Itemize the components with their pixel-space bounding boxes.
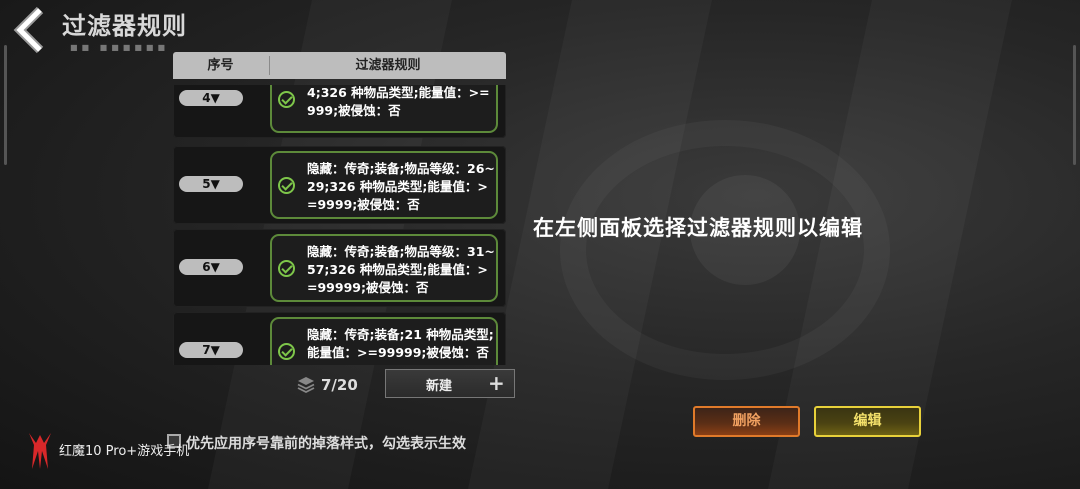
priority-option-label: 优先应用序号靠前的掉落样式，勾选表示生效	[186, 436, 466, 452]
order-dropdown[interactable]: 6▼	[179, 259, 243, 275]
order-dropdown[interactable]: 7▼	[179, 342, 243, 358]
rule-card[interactable]: 隐藏：传奇;装备;物品等级：31~57;326 种物品类型;能量值：>=9999…	[270, 234, 498, 302]
new-rule-button[interactable]: 新建 +	[385, 369, 515, 398]
check-circle-icon[interactable]	[278, 91, 295, 108]
triangle-down-icon: ▼	[210, 91, 220, 105]
title-decoration: ■■ ■■■■■■	[70, 43, 170, 52]
order-dropdown[interactable]: 5▼	[179, 176, 243, 192]
red-magic-logo-icon	[29, 433, 51, 469]
table-row: 6▼ 隐藏：传奇;装备;物品等级：31~57;326 种物品类型;能量值：>=9…	[173, 229, 506, 307]
table-row: 5▼ 隐藏：传奇;装备;物品等级：26~29;326 种物品类型;能量值：>=9…	[173, 146, 506, 224]
table-row: 4▼ 隐藏：传奇;装备;物品等级：1~24;326 种物品类型;能量值：>=99…	[173, 85, 506, 138]
table-row: 7▼ 隐藏：传奇;装备;21 种物品类型;能量值：>=99999;被侵蚀：否	[173, 312, 506, 365]
rule-list-panel: 序号 过滤器规则 4▼ 隐藏：传奇;装备;物品等级：1~24;326 种物品类型…	[173, 52, 506, 365]
edge-scrollbar	[1073, 45, 1076, 165]
check-circle-icon[interactable]	[278, 177, 295, 194]
page-title: 过滤器规则	[62, 12, 187, 40]
brand-watermark: 红魔10 Pro+游戏手机	[59, 444, 190, 459]
check-circle-icon[interactable]	[278, 260, 295, 277]
rule-text: 隐藏：传奇;装备;物品等级：26~29;326 种物品类型;能量值：>=9999…	[307, 161, 495, 212]
triangle-down-icon: ▼	[210, 260, 220, 274]
rule-card[interactable]: 隐藏：传奇;装备;物品等级：26~29;326 种物品类型;能量值：>=9999…	[270, 151, 498, 219]
order-number: 5	[202, 177, 211, 191]
column-header-number: 序号	[207, 58, 234, 73]
rule-text: 隐藏：传奇;装备;21 种物品类型;能量值：>=99999;被侵蚀：否	[307, 327, 494, 360]
triangle-down-icon: ▼	[210, 343, 220, 357]
rule-count: 7/20	[321, 376, 358, 394]
rule-text: 隐藏：传奇;装备;物品等级：31~57;326 种物品类型;能量值：>=9999…	[307, 244, 495, 295]
rule-text: 隐藏：传奇;装备;物品等级：1~24;326 种物品类型;能量值：>=999;被…	[307, 85, 490, 118]
triangle-down-icon: ▼	[210, 177, 220, 191]
edit-button[interactable]: 编辑	[814, 406, 921, 437]
order-number: 6	[202, 260, 211, 274]
order-number: 4	[202, 91, 211, 105]
back-button[interactable]	[12, 6, 52, 54]
order-dropdown[interactable]: 4▼	[179, 90, 243, 106]
delete-button[interactable]: 删除	[693, 406, 800, 437]
edge-scrollbar	[4, 45, 7, 165]
selection-hint: 在左侧面板选择过滤器规则以编辑	[533, 216, 863, 240]
column-header-rule: 过滤器规则	[355, 58, 421, 73]
table-header: 序号 过滤器规则	[173, 52, 506, 79]
rule-card[interactable]: 隐藏：传奇;装备;物品等级：1~24;326 种物品类型;能量值：>=999;被…	[270, 85, 498, 133]
rule-list[interactable]: 4▼ 隐藏：传奇;装备;物品等级：1~24;326 种物品类型;能量值：>=99…	[173, 85, 506, 365]
layers-icon	[297, 377, 315, 394]
plus-icon: +	[488, 371, 505, 395]
new-rule-label: 新建	[426, 379, 453, 394]
rule-card[interactable]: 隐藏：传奇;装备;21 种物品类型;能量值：>=99999;被侵蚀：否	[270, 317, 498, 365]
order-number: 7	[202, 343, 211, 357]
check-circle-icon[interactable]	[278, 343, 295, 360]
chevron-left-icon	[13, 6, 44, 54]
